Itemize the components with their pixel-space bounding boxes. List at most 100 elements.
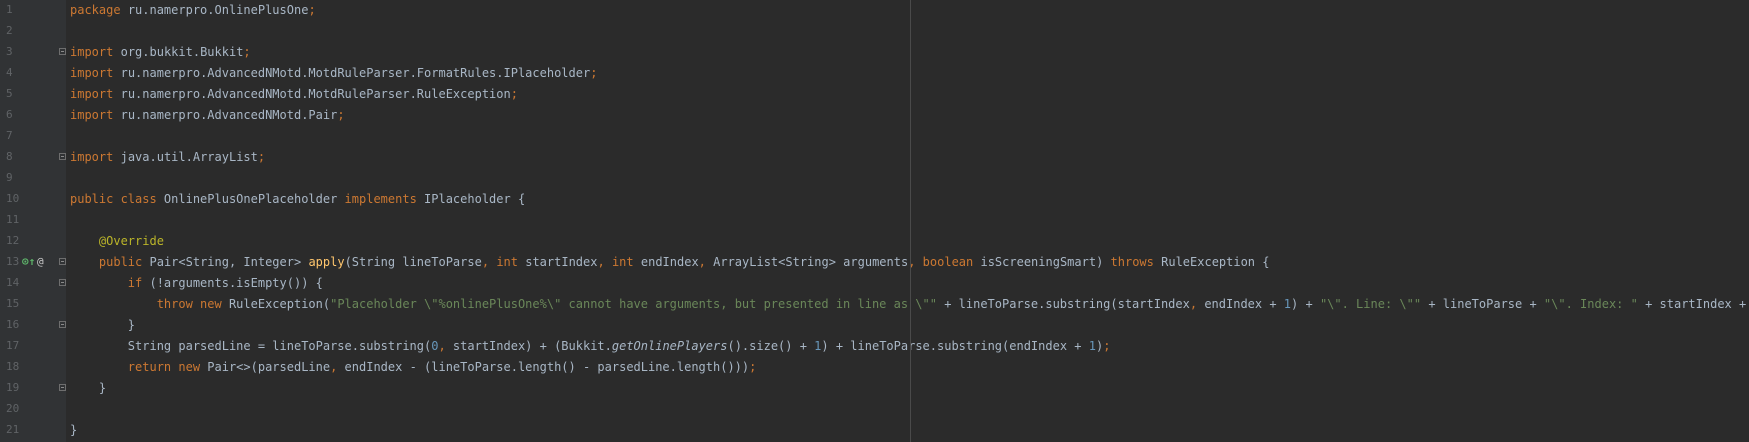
code-line[interactable]: } <box>70 378 106 399</box>
code-token: int <box>496 255 518 269</box>
code-token: "\". Index: " <box>1543 297 1638 311</box>
code-line[interactable]: } <box>70 420 77 441</box>
code-token: isScreeningSmart) <box>973 255 1111 269</box>
gutter-line[interactable]: 19 <box>0 378 66 399</box>
code-token: ; <box>257 150 266 164</box>
gutter-line[interactable]: 10 <box>0 189 66 210</box>
code-line[interactable]: import java.util.ArrayList; <box>70 147 265 168</box>
code-token: getOnlinePlayers <box>611 339 728 353</box>
code-token: "Placeholder \"%onlinePlusOne%\" cannot … <box>330 297 937 311</box>
code-token: @Override <box>98 234 164 248</box>
line-number: 12 <box>6 234 20 247</box>
code-token: ; <box>337 108 345 122</box>
code-token: boolean <box>922 255 974 269</box>
code-token: implements <box>344 192 417 206</box>
fold-marker-icon[interactable] <box>59 321 66 328</box>
code-line[interactable]: return new Pair<>(parsedLine, endIndex -… <box>70 357 757 378</box>
line-number: 21 <box>6 423 20 436</box>
code-token: ; <box>243 45 251 59</box>
code-token: ; <box>510 87 518 101</box>
line-number: 9 <box>6 171 13 184</box>
code-token: 1 <box>1283 297 1292 311</box>
fold-marker-icon[interactable] <box>59 384 66 391</box>
line-number: 4 <box>6 66 13 79</box>
code-line[interactable]: import org.bukkit.Bukkit; <box>70 42 251 63</box>
line-number: 3 <box>6 45 13 58</box>
line-number: 8 <box>6 150 13 163</box>
line-number: 10 <box>6 192 20 205</box>
code-token: startIndex) + (Bukkit. <box>445 339 612 353</box>
code-line[interactable]: import ru.namerpro.AdvancedNMotd.MotdRul… <box>70 63 597 84</box>
gutter-line[interactable]: 1 <box>0 0 66 21</box>
gutter-line[interactable]: 4 <box>0 63 66 84</box>
gutter-line[interactable]: 5 <box>0 84 66 105</box>
gutter-line[interactable]: 15 <box>0 294 66 315</box>
gutter-line[interactable]: 14 <box>0 273 66 294</box>
code-token: + lineToParse + <box>1421 297 1544 311</box>
code-token: return new <box>127 360 201 374</box>
gutter-line[interactable]: 8 <box>0 147 66 168</box>
code-token: 1 <box>1088 339 1096 353</box>
code-line[interactable]: import ru.namerpro.AdvancedNMotd.MotdRul… <box>70 84 518 105</box>
code-token: ) + lineToParse.substring(endIndex + <box>821 339 1089 353</box>
line-number: 2 <box>6 24 13 37</box>
code-line[interactable]: } <box>70 315 135 336</box>
code-token: , <box>1189 297 1198 311</box>
code-token: RuleException { <box>1153 255 1270 269</box>
code-line[interactable]: public class OnlinePlusOnePlaceholder im… <box>70 189 525 210</box>
code-token: ru.namerpro.OnlinePlusOne <box>127 3 309 17</box>
code-token: int <box>611 255 634 269</box>
gutter-line[interactable]: 21 <box>0 420 66 441</box>
code-token: public <box>98 255 143 269</box>
gutter-line[interactable]: 6 <box>0 105 66 126</box>
gutter-line[interactable]: 13 ⊙↑ @ <box>0 252 66 273</box>
code-token: ; <box>308 3 316 17</box>
code-line[interactable]: import ru.namerpro.AdvancedNMotd.Pair; <box>70 105 345 126</box>
code-token: import <box>70 66 114 80</box>
code-token: (String lineToParse <box>344 255 482 269</box>
code-token: startIndex <box>518 255 598 269</box>
gutter-line[interactable]: 9 <box>0 168 66 189</box>
gutter-line[interactable]: 12 <box>0 231 66 252</box>
code-token: throws <box>1110 255 1154 269</box>
code-line[interactable]: package ru.namerpro.OnlinePlusOne; <box>70 0 316 21</box>
fold-marker-icon[interactable] <box>59 279 66 286</box>
code-line[interactable]: @Override <box>70 231 164 252</box>
right-margin-guide <box>910 0 911 442</box>
line-number: 20 <box>6 402 20 415</box>
code-token: , <box>438 339 446 353</box>
code-line[interactable]: String parsedLine = lineToParse.substrin… <box>70 336 1111 357</box>
annotation-icon[interactable]: @ <box>37 255 44 269</box>
gutter-line[interactable]: 11 <box>0 210 66 231</box>
code-token: import <box>70 87 114 101</box>
gutter-line[interactable]: 18 <box>0 357 66 378</box>
gutter-line[interactable]: 20 <box>0 399 66 420</box>
fold-marker-icon[interactable] <box>59 48 66 55</box>
code-token: package <box>70 3 121 17</box>
gutter-line[interactable]: 16 <box>0 315 66 336</box>
override-icon[interactable]: ⊙↑ <box>22 255 35 269</box>
code-token: if <box>127 276 143 290</box>
code-line[interactable]: public Pair<String, Integer> apply(Strin… <box>70 252 1270 273</box>
code-token: } <box>70 423 78 437</box>
code-token: RuleException( <box>221 297 331 311</box>
gutter-line[interactable]: 7 <box>0 126 66 147</box>
fold-marker-icon[interactable] <box>59 153 66 160</box>
code-token: "\". Line: \"" <box>1319 297 1422 311</box>
fold-marker-icon[interactable] <box>59 258 66 265</box>
gutter-line[interactable]: 17 <box>0 336 66 357</box>
code-token: ru.namerpro.AdvancedNMotd.Pair <box>120 108 338 122</box>
code-line[interactable]: if (!arguments.isEmpty()) { <box>70 273 323 294</box>
code-token: OnlinePlusOnePlaceholder <box>156 192 345 206</box>
code-token: String parsedLine = lineToParse.substrin… <box>70 339 432 353</box>
code-token: apply <box>308 255 345 269</box>
code-editor[interactable]: 1 2 3 4 5 6 7 8 9 10 11 12 13 ⊙↑ @14 15 16 17 18 19 20 21 pac… <box>0 0 1749 442</box>
gutter-line[interactable]: 3 <box>0 42 66 63</box>
gutter-line[interactable]: 2 <box>0 21 66 42</box>
